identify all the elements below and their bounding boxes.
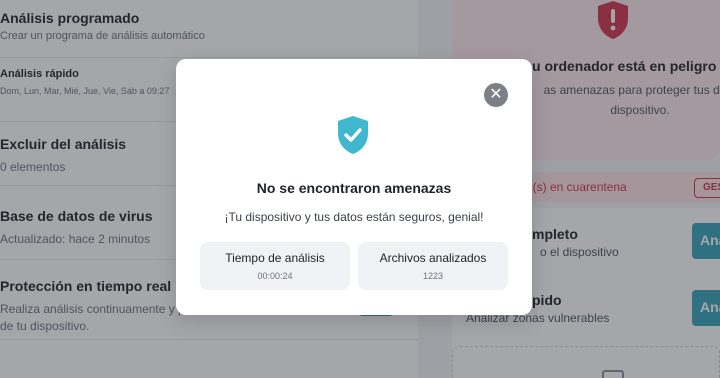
- scan-result-dialog: ✕ No se encontraron amenazas ¡Tu disposi…: [176, 59, 532, 315]
- scan-time-label: Tiempo de análisis: [225, 251, 325, 265]
- dialog-title: No se encontraron amenazas: [256, 180, 452, 196]
- scan-time-value: 00:00:24: [257, 271, 293, 281]
- files-scanned-value: 1223: [422, 271, 444, 281]
- files-scanned-label: Archivos analizados: [379, 251, 487, 265]
- scan-time-stat: Tiempo de análisis 00:00:24: [200, 242, 350, 290]
- files-scanned-stat: Archivos analizados 1223: [358, 242, 508, 290]
- dialog-message: ¡Tu dispositivo y tus datos están seguro…: [224, 210, 484, 224]
- close-icon[interactable]: ✕: [484, 83, 508, 107]
- shield-check-icon: [338, 116, 368, 154]
